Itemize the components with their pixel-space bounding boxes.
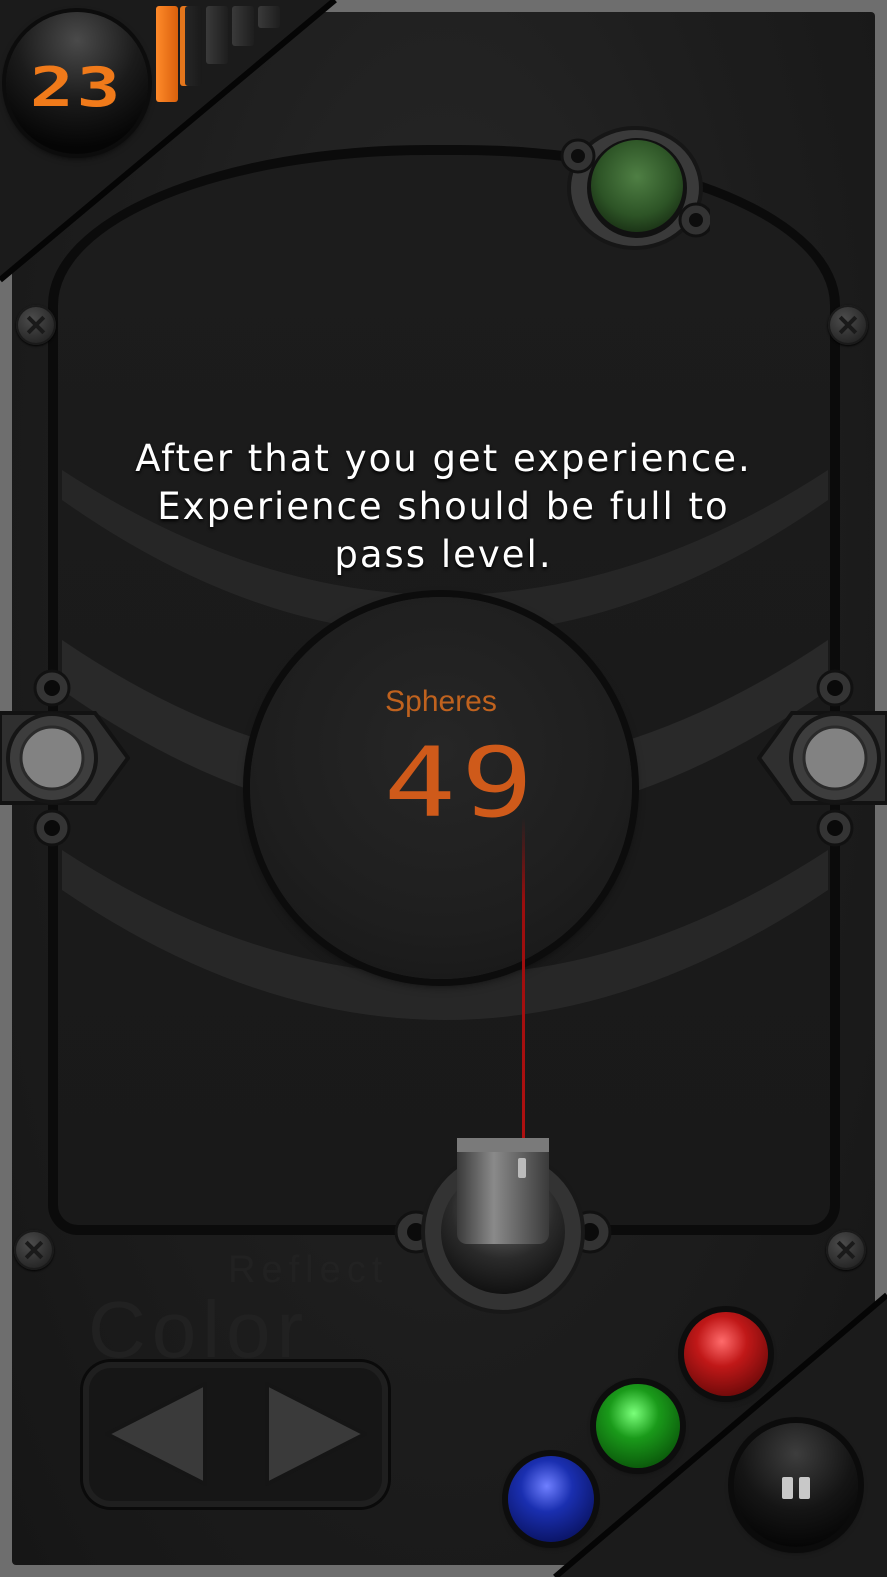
- tutorial-line: Experience should be full to: [157, 485, 730, 528]
- red-ball-button[interactable]: [684, 1312, 768, 1396]
- spheres-label: Spheres: [385, 685, 497, 718]
- experience-bar-segment: [258, 6, 280, 28]
- spheres-counter: Spheres 49: [250, 597, 632, 979]
- right-arrow-button[interactable]: [235, 1382, 375, 1486]
- experience-bar-segment: [232, 6, 254, 46]
- cannon[interactable]: [390, 1138, 616, 1314]
- tutorial-line: After that you get experience.: [135, 437, 752, 480]
- right-bumper[interactable]: [757, 668, 887, 848]
- green-ball-button[interactable]: [596, 1384, 680, 1468]
- level-number: 23: [30, 55, 124, 119]
- top-bumper[interactable]: [560, 118, 710, 258]
- screw-icon: [828, 305, 868, 345]
- blue-ball-button[interactable]: [508, 1456, 594, 1542]
- experience-bar-segment: [206, 6, 228, 64]
- level-indicator: 23: [6, 12, 148, 154]
- direction-pad: [83, 1362, 388, 1507]
- experience-bar-segment: [180, 6, 202, 86]
- tutorial-message: After that you get experience. Experienc…: [40, 435, 847, 579]
- screw-icon: [14, 1230, 54, 1270]
- screw-icon: [16, 305, 56, 345]
- aim-laser: [522, 818, 525, 1158]
- game-frame: 23 After that you get experience. Experi…: [0, 0, 887, 1577]
- screw-icon: [826, 1230, 866, 1270]
- logo-watermark: Reflect Color: [88, 1250, 388, 1370]
- logo-line: Color: [88, 1285, 310, 1374]
- logo-line: Reflect: [228, 1249, 389, 1291]
- left-bumper[interactable]: [0, 668, 130, 848]
- left-arrow-button[interactable]: [97, 1382, 237, 1486]
- tutorial-line: pass level.: [334, 533, 553, 576]
- experience-bar-segment: [156, 6, 178, 102]
- pause-button[interactable]: [734, 1423, 858, 1547]
- spheres-count: 49: [383, 727, 539, 839]
